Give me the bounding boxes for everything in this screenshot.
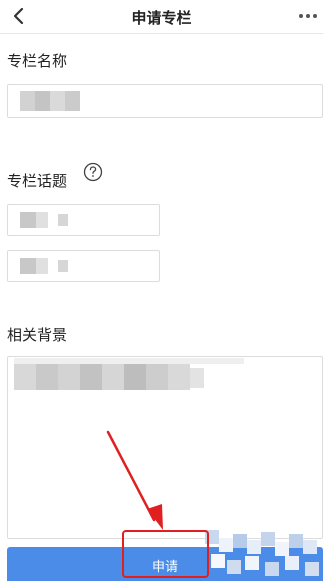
- background-label: 相关背景: [7, 326, 68, 344]
- page-title: 申请专栏: [131, 9, 192, 27]
- blurred-topic-1: [20, 210, 70, 230]
- blurred-button-area: [205, 530, 323, 581]
- question-circle-icon[interactable]: [83, 162, 103, 182]
- annotation-highlight-box: [122, 530, 209, 578]
- blurred-topic-2: [20, 256, 70, 276]
- more-dots-icon: [299, 14, 317, 18]
- column-topic-label: 专栏话题: [7, 172, 68, 190]
- column-name-label: 专栏名称: [7, 52, 68, 70]
- top-navbar: 申请专栏: [0, 0, 323, 34]
- blurred-background-text: [14, 358, 244, 394]
- more-button[interactable]: [295, 4, 321, 28]
- blurred-name-text: [20, 91, 80, 111]
